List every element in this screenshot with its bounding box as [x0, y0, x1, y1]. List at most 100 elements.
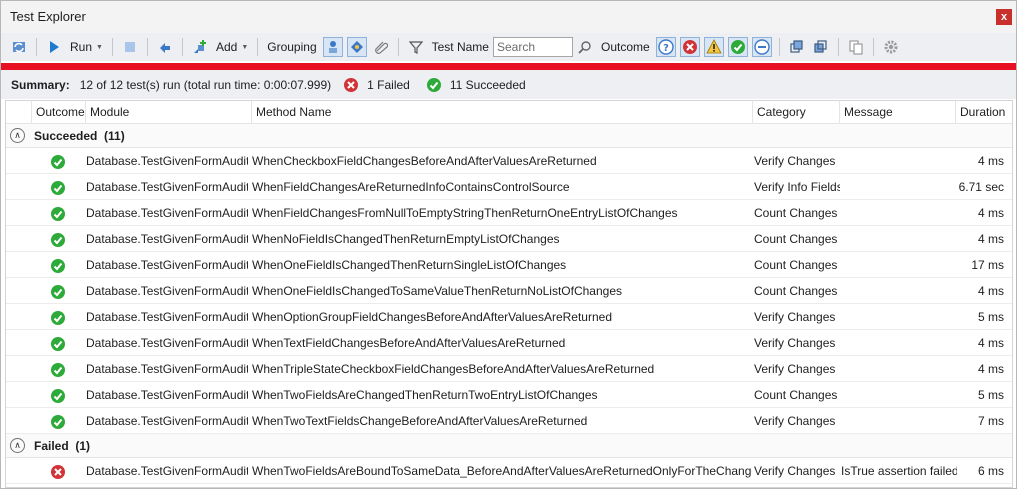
duration-cell: 4 ms: [977, 362, 1004, 376]
test-result-row[interactable]: Database.TestGivenFormAuditor WhenCheckbo…: [6, 148, 1012, 174]
method-name-cell: WhenOptionGroupFieldChangesBeforeAndAfte…: [252, 310, 612, 324]
test-result-row[interactable]: Database.TestGivenFormAuditor WhenTextFie…: [6, 330, 1012, 356]
group-label: Failed (1): [34, 439, 91, 453]
header-category[interactable]: Category: [753, 101, 840, 124]
failed-status-icon: [343, 77, 359, 93]
duration-cell: 4 ms: [977, 206, 1004, 220]
failed-count-link[interactable]: 1 Failed: [367, 78, 410, 92]
duration-cell: 4 ms: [977, 336, 1004, 350]
message-cell: [841, 174, 957, 200]
module-cell: Database.TestGivenFormAuditor: [86, 414, 248, 428]
test-result-row[interactable]: Database.TestGivenFormAuditor WhenTwoText…: [6, 408, 1012, 434]
add-dropdown-caret-icon[interactable]: ▼: [241, 44, 248, 51]
header-expander: [6, 101, 32, 124]
close-button[interactable]: x: [996, 9, 1012, 25]
header-method-name[interactable]: Method Name: [252, 101, 753, 124]
message-cell: [841, 356, 957, 382]
module-cell: Database.TestGivenFormAuditor: [86, 232, 248, 246]
group-by-module-icon[interactable]: [371, 37, 391, 57]
toolbar-separator: [778, 38, 780, 56]
group-by-category-icon[interactable]: [346, 37, 367, 57]
category-cell: Count Changes: [754, 258, 838, 272]
stop-icon[interactable]: [120, 37, 140, 57]
passed-status-icon: [50, 413, 66, 429]
run-dropdown-caret-icon[interactable]: ▼: [96, 44, 103, 51]
group-succeeded[interactable]: ∧ Succeeded (11): [6, 124, 1012, 148]
test-result-row[interactable]: Database.TestGivenFormAuditor WhenNoField…: [6, 226, 1012, 252]
toolbar-separator: [111, 38, 113, 56]
category-cell: Verify Changes: [754, 154, 836, 168]
filter-passed-icon[interactable]: [727, 37, 748, 57]
collapse-chevron-up-icon[interactable]: ∧: [10, 128, 25, 143]
method-name-cell: WhenOneFieldIsChangedToSameValueThenRetu…: [252, 284, 622, 298]
passed-status-icon: [50, 335, 66, 351]
test-result-row[interactable]: Database.TestGivenFormAuditor WhenOneFiel…: [6, 278, 1012, 304]
filter-warning-icon[interactable]: [703, 37, 724, 57]
filter-icon[interactable]: [406, 37, 426, 57]
grouping-label: Grouping: [267, 40, 317, 54]
module-cell: Database.TestGivenFormAuditor: [86, 258, 248, 272]
test-result-row[interactable]: Database.TestGivenFormAuditor WhenTwoFiel…: [6, 382, 1012, 408]
passed-status-icon: [426, 77, 442, 93]
category-cell: Count Changes: [754, 206, 838, 220]
method-name-cell: WhenOneFieldIsChangedThenReturnSingleLis…: [252, 258, 567, 272]
message-cell: [841, 226, 957, 252]
test-result-row[interactable]: Database.TestGivenFormAuditor WhenOneFiel…: [6, 252, 1012, 278]
filter-skipped-icon[interactable]: [751, 37, 772, 57]
header-duration[interactable]: Duration: [956, 101, 1012, 124]
succeeded-count-link[interactable]: 11 Succeeded: [450, 78, 526, 92]
toolbar-separator: [837, 38, 839, 56]
category-cell: Verify Changes: [754, 362, 836, 376]
toolbar: Run ▼ Add ▼ Grouping Test Name Search Ou…: [1, 33, 1016, 61]
add-button[interactable]: Add: [216, 40, 237, 54]
refresh-icon[interactable]: [9, 37, 29, 57]
method-name-cell: WhenFieldChangesFromNullToEmptyStringThe…: [252, 206, 678, 220]
run-button[interactable]: Run: [70, 40, 92, 54]
outcome-label: Outcome: [600, 40, 650, 54]
test-result-row[interactable]: Database.TestGivenFormAuditor WhenOptionG…: [6, 304, 1012, 330]
module-cell: Database.TestGivenFormAuditor: [86, 284, 248, 298]
expand-all-icon[interactable]: [811, 37, 831, 57]
test-result-row[interactable]: Database.TestGivenFormAuditor WhenFieldCh…: [6, 174, 1012, 200]
filter-failed-icon[interactable]: [679, 37, 700, 57]
summary-bar: Summary: 12 of 12 test(s) run (total run…: [1, 70, 1016, 99]
header-module[interactable]: Module: [86, 101, 252, 124]
filter-unknown-icon[interactable]: ?: [655, 37, 676, 57]
message-cell: [841, 408, 957, 434]
message-cell: [841, 252, 957, 278]
settings-gear-icon[interactable]: [881, 37, 901, 57]
category-cell: Verify Changes: [754, 414, 836, 428]
search-icon[interactable]: [575, 37, 595, 57]
header-message[interactable]: Message: [840, 101, 956, 124]
passed-status-icon: [50, 231, 66, 247]
collapse-all-icon[interactable]: [787, 37, 807, 57]
message-cell: [841, 200, 957, 226]
passed-status-icon: [50, 361, 66, 377]
summary-text: 12 of 12 test(s) run (total run time: 0:…: [79, 77, 332, 92]
duration-cell: 7 ms: [977, 414, 1004, 428]
add-test-icon[interactable]: [190, 37, 210, 57]
module-cell: Database.TestGivenFormAuditor: [86, 336, 248, 350]
group-failed[interactable]: ∧ Failed (1): [6, 434, 1012, 458]
category-cell: Count Changes: [754, 284, 838, 298]
search-input[interactable]: [492, 37, 573, 57]
header-outcome[interactable]: Outcome: [32, 101, 86, 124]
module-cell: Database.TestGivenFormAuditor: [86, 154, 248, 168]
test-result-row[interactable]: Database.TestGivenFormAuditor WhenTripleS…: [6, 356, 1012, 382]
repeat-last-run-icon[interactable]: [155, 37, 175, 57]
test-result-row[interactable]: Database.TestGivenFormAuditor WhenTwoFiel…: [6, 458, 1012, 484]
summary-label: Summary:: [11, 77, 70, 92]
group-label: Succeeded (11): [34, 129, 125, 143]
category-cell: Verify Changes: [754, 464, 836, 478]
duration-cell: 6.71 sec: [958, 180, 1004, 194]
run-play-icon[interactable]: [44, 37, 64, 57]
copy-icon[interactable]: [846, 37, 866, 57]
group-by-outcome-icon[interactable]: [322, 37, 343, 57]
message-cell: [841, 304, 957, 330]
collapse-chevron-up-icon[interactable]: ∧: [10, 438, 25, 453]
message-cell: [841, 330, 957, 356]
duration-cell: 6 ms: [977, 464, 1004, 478]
category-cell: Count Changes: [754, 232, 838, 246]
test-result-row[interactable]: Database.TestGivenFormAuditor WhenFieldCh…: [6, 200, 1012, 226]
svg-text:?: ?: [663, 43, 669, 54]
